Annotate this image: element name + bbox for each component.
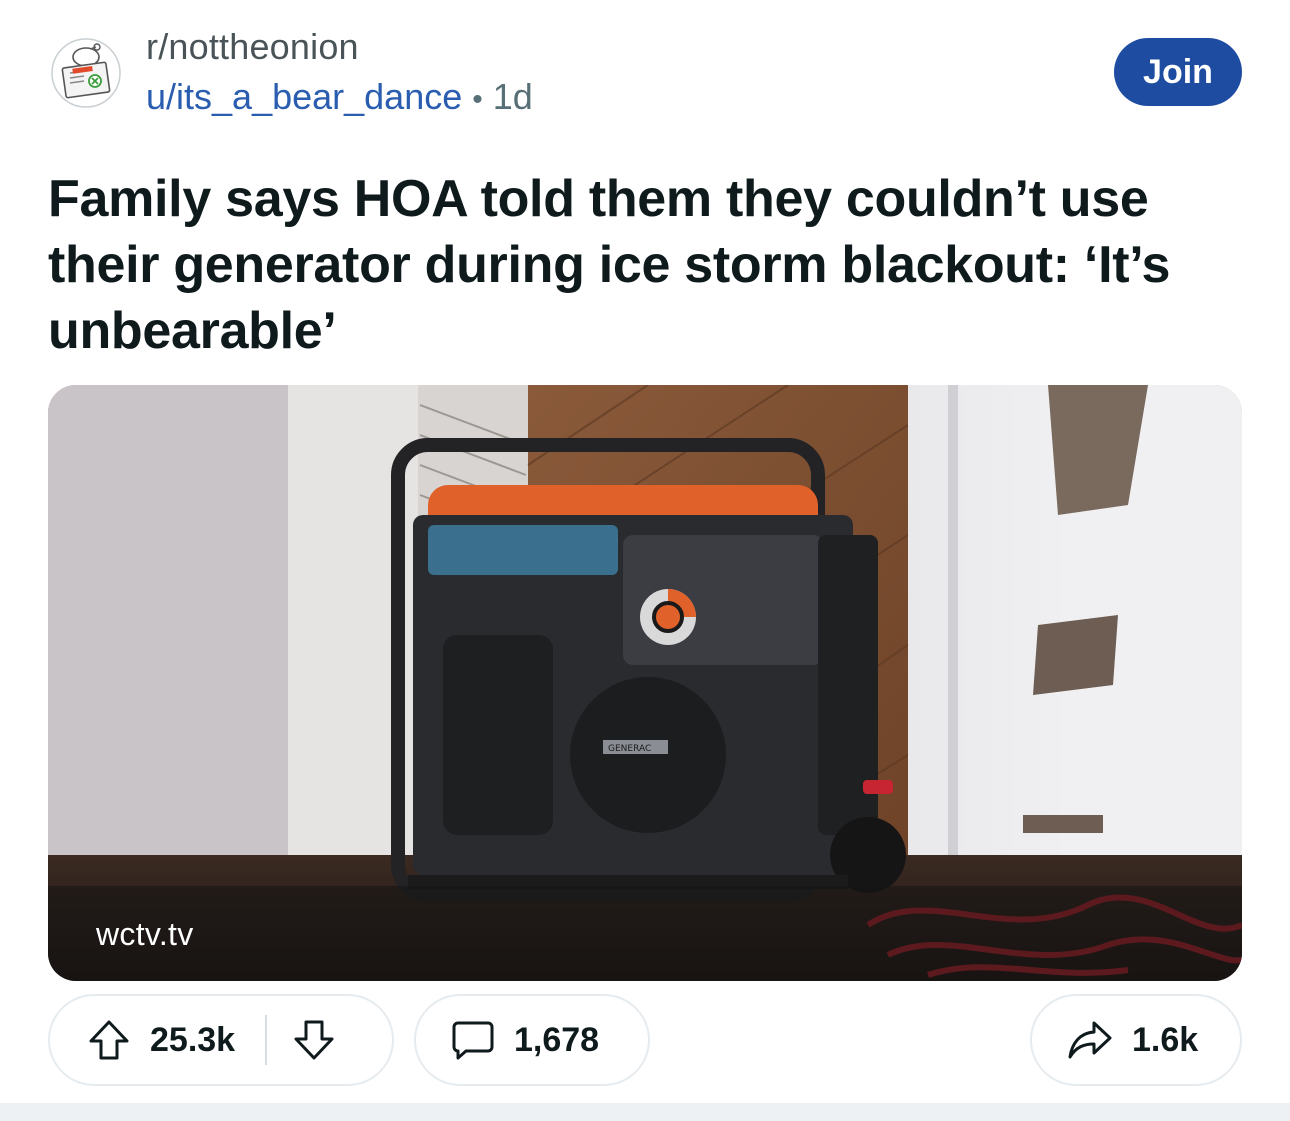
link-domain[interactable]: wctv.tv — [96, 916, 194, 953]
generator-brand-label: GENERAC — [608, 744, 651, 754]
reddit-post: r/nottheonion u/its_a_bear_dance • 1d Join… — [0, 0, 1290, 1121]
caption-overlay — [48, 886, 1242, 981]
meta-separator: • — [472, 83, 483, 116]
comment-bubble-icon — [450, 1017, 496, 1063]
link-preview-image[interactable]: GENERAC wctv.tv — [48, 385, 1242, 981]
upvote-count: 25.3k — [150, 1020, 236, 1059]
post-age: 1d — [492, 76, 533, 117]
author-link[interactable]: u/its_a_bear_dance — [146, 76, 462, 117]
post-meta: u/its_a_bear_dance • 1d — [146, 76, 533, 121]
subreddit-avatar-icon[interactable] — [50, 37, 122, 109]
vote-divider — [265, 1015, 268, 1065]
subreddit-name[interactable]: r/nottheonion — [146, 26, 359, 68]
feed-divider — [0, 1103, 1290, 1121]
share-count: 1.6k — [1132, 1020, 1199, 1059]
comments-button[interactable]: 1,678 — [414, 994, 650, 1086]
post-title[interactable]: Family says HOA told them they couldn’t … — [48, 166, 1248, 364]
upvote-arrow-icon[interactable] — [86, 1017, 132, 1063]
share-button[interactable]: 1.6k — [1030, 994, 1242, 1086]
share-arrow-icon — [1066, 1017, 1114, 1063]
downvote-arrow-icon[interactable] — [291, 1017, 337, 1063]
comment-count: 1,678 — [514, 1020, 600, 1059]
join-button[interactable]: Join — [1114, 38, 1242, 106]
vote-control: 25.3k — [48, 994, 394, 1086]
